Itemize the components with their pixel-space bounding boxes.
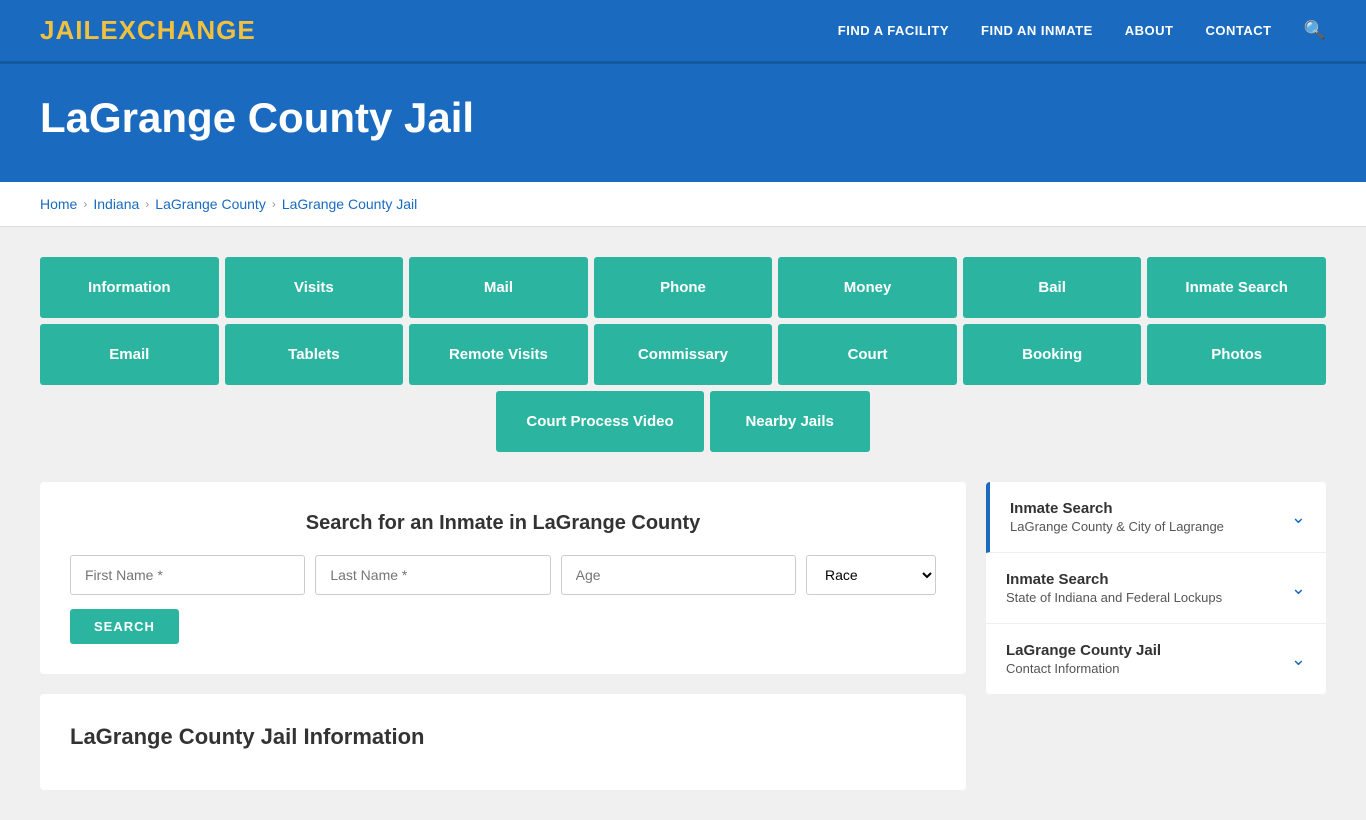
sidebar-item-text-2: Inmate Search State of Indiana and Feder… [1006,571,1222,605]
right-panel: Inmate Search LaGrange County & City of … [986,482,1326,790]
btn-mail[interactable]: Mail [409,257,588,318]
sidebar-item-sub-2: State of Indiana and Federal Lockups [1006,590,1222,605]
left-panel: Search for an Inmate in LaGrange County … [40,482,966,790]
btn-information[interactable]: Information [40,257,219,318]
sidebar-item-title-3: LaGrange County Jail [1006,642,1161,659]
btn-court-process-video[interactable]: Court Process Video [496,391,703,452]
page-title: LaGrange County Jail [40,94,1326,142]
info-card: LaGrange County Jail Information [40,694,966,790]
breadcrumb-home[interactable]: Home [40,196,77,212]
main-nav: FIND A FACILITY FIND AN INMATE ABOUT CON… [838,20,1326,41]
button-row-2: Email Tablets Remote Visits Commissary C… [40,324,1326,385]
btn-money[interactable]: Money [778,257,957,318]
hero-section: LaGrange County Jail [0,64,1366,182]
breadcrumb-current: LaGrange County Jail [282,196,417,212]
sidebar-card: Inmate Search LaGrange County & City of … [986,482,1326,694]
sidebar-item-lagrange-county[interactable]: Inmate Search LaGrange County & City of … [986,482,1326,553]
chevron-down-icon-2: ⌄ [1291,578,1306,599]
info-title: LaGrange County Jail Information [70,724,936,750]
breadcrumb: Home › Indiana › LaGrange County › LaGra… [40,196,1326,212]
search-button[interactable]: SEARCH [70,609,179,644]
logo-jail: JAIL [40,15,100,45]
race-select[interactable]: Race White Black Hispanic Asian Other [806,555,936,595]
breadcrumb-sep-3: › [272,197,276,211]
content-area: Search for an Inmate in LaGrange County … [40,482,1326,790]
site-logo[interactable]: JAILEXCHANGE [40,15,256,46]
btn-nearby-jails[interactable]: Nearby Jails [710,391,870,452]
nav-find-facility[interactable]: FIND A FACILITY [838,23,949,38]
logo-exchange: EXCHANGE [100,15,255,45]
nav-contact[interactable]: CONTACT [1205,23,1271,38]
chevron-down-icon-1: ⌄ [1291,507,1306,528]
chevron-down-icon-3: ⌄ [1291,649,1306,670]
btn-commissary[interactable]: Commissary [594,324,773,385]
nav-about[interactable]: ABOUT [1125,23,1174,38]
first-name-input[interactable] [70,555,305,595]
breadcrumb-sep-1: › [83,197,87,211]
nav-find-inmate[interactable]: FIND AN INMATE [981,23,1093,38]
btn-email[interactable]: Email [40,324,219,385]
breadcrumb-lagrange-county[interactable]: LaGrange County [155,196,266,212]
btn-court[interactable]: Court [778,324,957,385]
btn-remote-visits[interactable]: Remote Visits [409,324,588,385]
btn-tablets[interactable]: Tablets [225,324,404,385]
inmate-search-form: Search for an Inmate in LaGrange County … [40,482,966,674]
age-input[interactable] [561,555,796,595]
main-header: JAILEXCHANGE FIND A FACILITY FIND AN INM… [0,0,1366,64]
sidebar-item-sub-1: LaGrange County & City of Lagrange [1010,519,1224,534]
sidebar-item-text-1: Inmate Search LaGrange County & City of … [1010,500,1224,534]
sidebar-item-contact[interactable]: LaGrange County Jail Contact Information… [986,624,1326,694]
search-inputs-row: Race White Black Hispanic Asian Other [70,555,936,595]
search-form-title: Search for an Inmate in LaGrange County [70,512,936,535]
btn-bail[interactable]: Bail [963,257,1142,318]
btn-inmate-search[interactable]: Inmate Search [1147,257,1326,318]
main-content: Information Visits Mail Phone Money Bail… [0,227,1366,820]
sidebar-item-text-3: LaGrange County Jail Contact Information [1006,642,1161,676]
last-name-input[interactable] [315,555,550,595]
sidebar-item-sub-3: Contact Information [1006,661,1161,676]
button-row-1: Information Visits Mail Phone Money Bail… [40,257,1326,318]
sidebar-item-indiana[interactable]: Inmate Search State of Indiana and Feder… [986,553,1326,624]
btn-photos[interactable]: Photos [1147,324,1326,385]
btn-visits[interactable]: Visits [225,257,404,318]
search-icon[interactable]: 🔍 [1304,20,1326,41]
sidebar-item-title-1: Inmate Search [1010,500,1224,517]
breadcrumb-sep-2: › [145,197,149,211]
btn-booking[interactable]: Booking [963,324,1142,385]
sidebar-item-title-2: Inmate Search [1006,571,1222,588]
breadcrumb-bar: Home › Indiana › LaGrange County › LaGra… [0,182,1366,227]
button-row-3: Court Process Video Nearby Jails [40,391,1326,452]
btn-phone[interactable]: Phone [594,257,773,318]
breadcrumb-indiana[interactable]: Indiana [93,196,139,212]
